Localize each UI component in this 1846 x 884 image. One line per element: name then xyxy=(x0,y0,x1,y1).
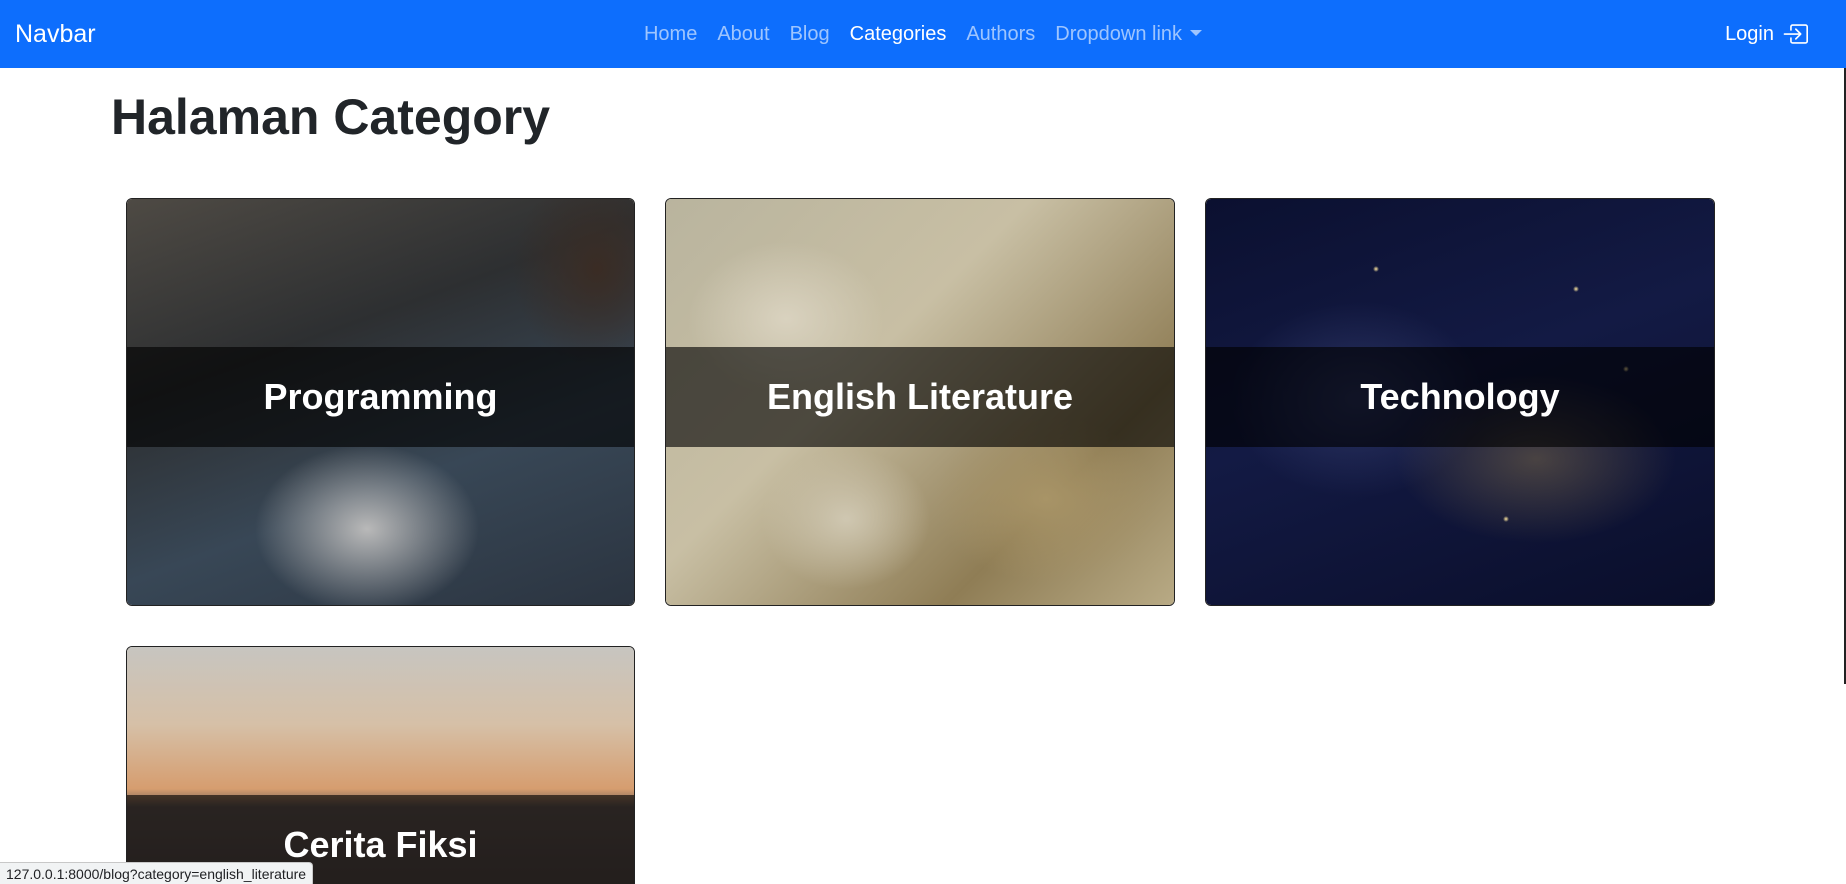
category-label-band: English Literature xyxy=(666,347,1174,447)
category-card-programming[interactable]: Programming xyxy=(126,198,635,606)
category-card-english-literature[interactable]: English Literature xyxy=(665,198,1175,606)
nav-link-authors[interactable]: Authors xyxy=(956,0,1045,68)
page-title: Halaman Category xyxy=(111,89,551,145)
category-label-band: Programming xyxy=(127,347,634,447)
navbar-brand[interactable]: Navbar xyxy=(15,0,96,68)
caret-down-icon xyxy=(1190,29,1203,36)
category-card-cerita-fiksi[interactable]: Cerita Fiksi xyxy=(126,646,635,884)
category-name: Technology xyxy=(1360,376,1560,417)
nav-link-about[interactable]: About xyxy=(707,0,779,68)
category-name: Cerita Fiksi xyxy=(283,824,478,865)
nav-links: Home About Blog Categories Authors Dropd… xyxy=(0,0,1846,68)
login-label: Login xyxy=(1725,22,1774,45)
nav-dropdown-link[interactable]: Dropdown link xyxy=(1045,0,1212,68)
nav-link-categories[interactable]: Categories xyxy=(840,0,957,68)
nav-link-blog[interactable]: Blog xyxy=(780,0,840,68)
category-card-technology[interactable]: Technology xyxy=(1205,198,1715,606)
login-button[interactable]: Login xyxy=(1725,0,1808,68)
category-label-band: Technology xyxy=(1206,347,1714,447)
nav-dropdown-label: Dropdown link xyxy=(1055,23,1183,45)
category-name: Programming xyxy=(263,376,498,417)
status-bar-url: 127.0.0.1:8000/blog?category=english_lit… xyxy=(0,862,314,884)
navbar: Navbar Home About Blog Categories Author… xyxy=(0,0,1846,68)
box-arrow-in-right-icon xyxy=(1783,24,1808,44)
nav-link-home[interactable]: Home xyxy=(634,0,707,68)
category-name: English Literature xyxy=(766,376,1074,417)
